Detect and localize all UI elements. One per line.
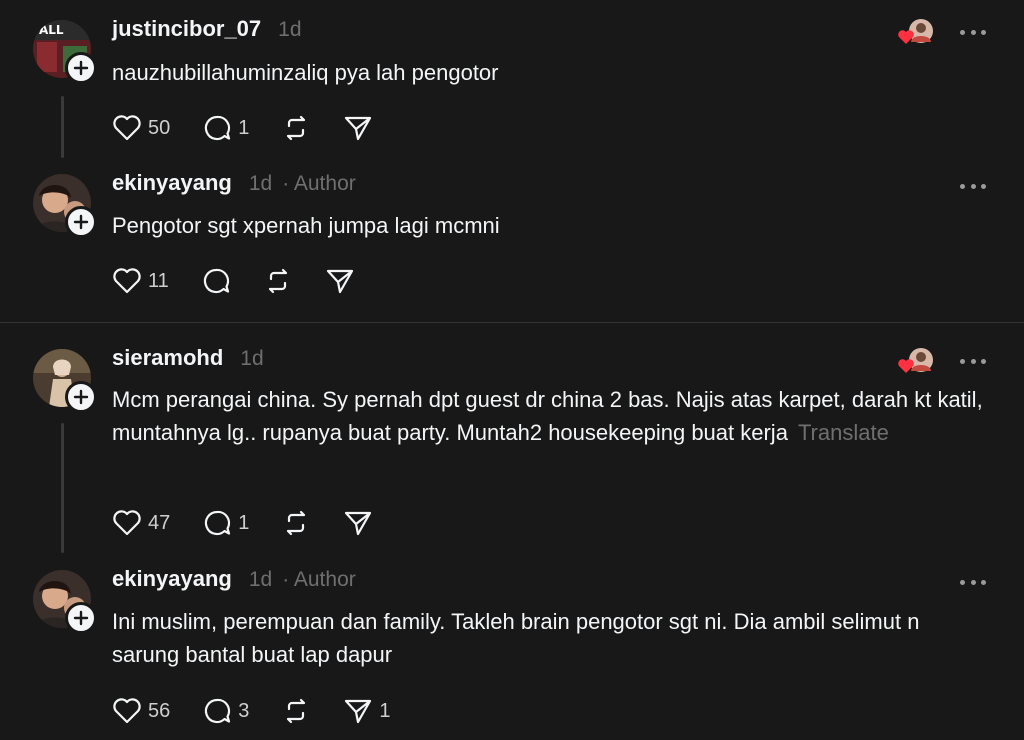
username[interactable]: sieramohd [112, 345, 223, 371]
timestamp[interactable]: 1d [278, 18, 301, 42]
translate-link[interactable]: Translate [798, 420, 889, 445]
more-button[interactable] [960, 357, 986, 365]
reply-button[interactable] [201, 267, 231, 295]
more-button[interactable] [960, 28, 986, 36]
like-button[interactable]: 11 [112, 267, 169, 295]
liked-by-author-icon [897, 347, 933, 375]
heart-icon [113, 510, 141, 536]
share-button[interactable] [343, 114, 373, 142]
more-button[interactable] [960, 578, 986, 586]
heart-icon [113, 698, 141, 724]
svg-text:ALL: ALL [39, 23, 64, 37]
timestamp[interactable]: 1d [249, 568, 272, 592]
like-button[interactable]: 56 [112, 697, 170, 725]
thread-line [61, 96, 64, 158]
plus-icon [73, 60, 89, 76]
send-icon [326, 269, 353, 294]
follow-button[interactable] [65, 206, 97, 238]
send-icon [345, 699, 372, 724]
post-header: ekinyayang 1d · Author [112, 170, 356, 200]
thread-post: ekinyayang 1d · Author Pengotor sgt xper… [0, 160, 1024, 322]
comment-icon [205, 510, 231, 536]
share-button[interactable] [343, 509, 373, 537]
post-header: ekinyayang 1d · Author [112, 566, 356, 596]
avatar-wrap [33, 570, 97, 634]
author-badge: · Author [282, 172, 356, 195]
avatar-wrap: ALL [33, 20, 97, 84]
author-badge: · Author [282, 568, 356, 591]
repost-button[interactable] [281, 114, 311, 142]
action-bar: 56 3 1 [112, 695, 423, 727]
timestamp[interactable]: 1d [240, 347, 263, 371]
follow-button[interactable] [65, 52, 97, 84]
heart-icon [113, 115, 141, 141]
reply-button[interactable]: 1 [202, 114, 249, 142]
like-count: 11 [148, 269, 169, 292]
thread-post: ekinyayang 1d · Author Ini muslim, perem… [0, 556, 1024, 740]
repost-button[interactable] [281, 697, 311, 725]
post-text: Ini muslim, perempuan dan family. Takleh… [112, 609, 920, 667]
action-bar: 50 1 [112, 112, 405, 144]
more-button[interactable] [960, 182, 986, 190]
reply-count: 3 [238, 699, 250, 722]
like-count: 50 [148, 116, 171, 139]
avatar-wrap [33, 349, 97, 413]
repost-icon [287, 510, 306, 536]
heart-icon [113, 268, 141, 294]
reply-button[interactable]: 3 [202, 697, 249, 725]
action-bar: 47 1 [112, 507, 405, 539]
thread-post: sieramohd 1d Mcm perangai china. Sy pern… [0, 323, 1024, 555]
post-text: Mcm perangai china. Sy pernah dpt guest … [112, 383, 992, 449]
post-header: sieramohd 1d [112, 345, 264, 375]
reply-button[interactable]: 1 [202, 509, 249, 537]
action-bar: 11 [112, 265, 387, 297]
like-button[interactable]: 47 [112, 509, 170, 537]
plus-icon [73, 389, 89, 405]
liked-by-author-icon [897, 18, 933, 46]
post-text: nauzhubillahuminzaliq pya lah pengotor [112, 60, 499, 85]
send-icon [345, 116, 372, 141]
reply-count: 1 [238, 116, 250, 139]
username[interactable]: justincibor_07 [112, 16, 261, 42]
repost-button[interactable] [281, 509, 311, 537]
comment-icon [205, 698, 231, 724]
repost-icon [287, 698, 306, 724]
thread-line [61, 423, 64, 553]
repost-button[interactable] [263, 267, 293, 295]
follow-button[interactable] [65, 381, 97, 413]
like-count: 56 [148, 699, 171, 722]
comment-icon [205, 115, 231, 141]
thread-post: ALL justincibor_07 1d nauzhubillahuminza… [0, 0, 1024, 160]
share-count: 1 [379, 699, 391, 722]
repost-icon [268, 268, 287, 294]
plus-icon [73, 610, 89, 626]
plus-icon [73, 214, 89, 230]
username[interactable]: ekinyayang [112, 170, 232, 196]
avatar-wrap [33, 174, 97, 238]
comment-icon [203, 268, 229, 294]
follow-button[interactable] [65, 602, 97, 634]
reply-count: 1 [238, 511, 250, 534]
share-button[interactable]: 1 [343, 697, 391, 725]
timestamp[interactable]: 1d [249, 172, 272, 196]
repost-icon [287, 115, 306, 141]
send-icon [345, 511, 372, 536]
share-button[interactable] [325, 267, 355, 295]
post-header: justincibor_07 1d [112, 16, 302, 46]
username[interactable]: ekinyayang [112, 566, 232, 592]
like-count: 47 [148, 511, 171, 534]
post-text: Pengotor sgt xpernah jumpa lagi mcmni [112, 213, 500, 238]
like-button[interactable]: 50 [112, 114, 170, 142]
